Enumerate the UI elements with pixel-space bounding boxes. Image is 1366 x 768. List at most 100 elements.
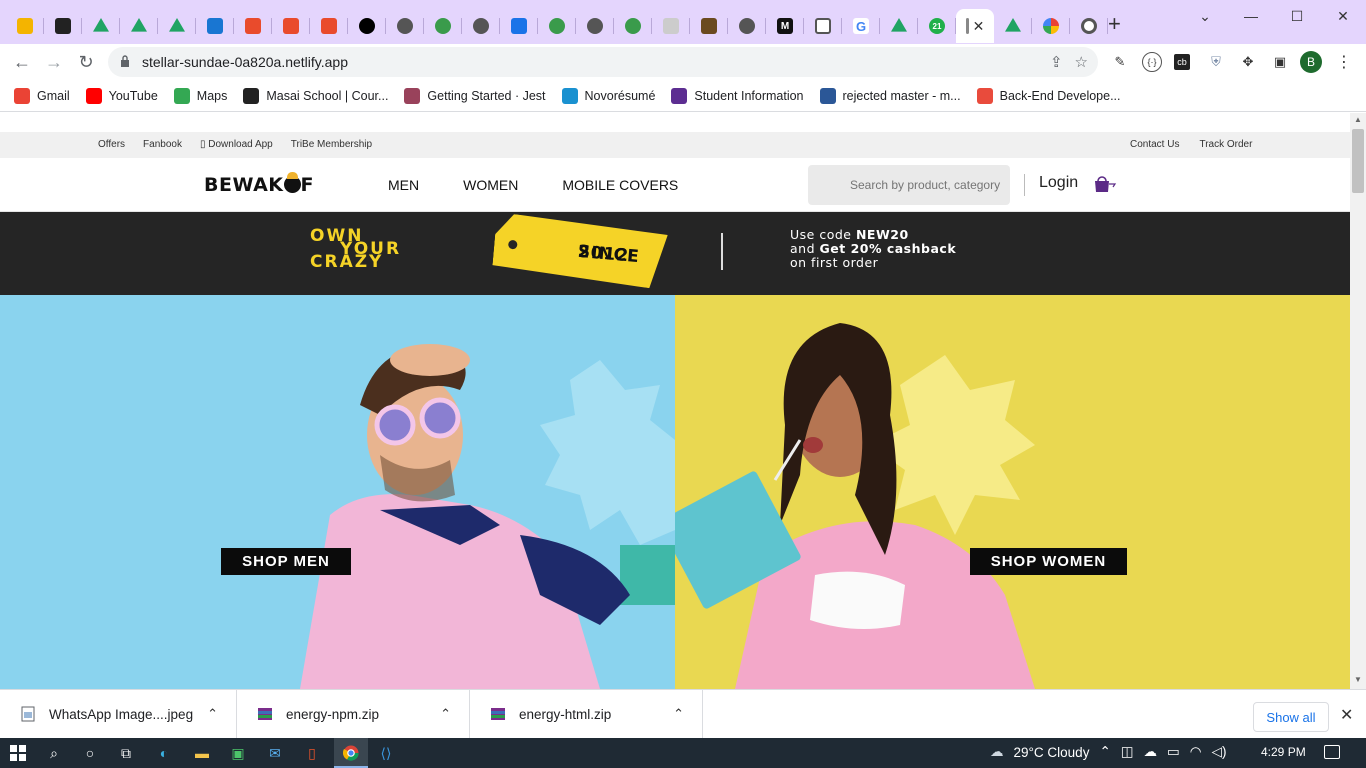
tab[interactable] (804, 9, 842, 43)
shield-icon[interactable]: ⛨ (1206, 52, 1226, 72)
edge-icon[interactable]: ◐ (152, 741, 176, 765)
tab[interactable] (310, 9, 348, 43)
tab[interactable] (1032, 9, 1070, 43)
hero-women-banner[interactable]: SHOP WOMEN (675, 295, 1350, 689)
show-all-downloads-button[interactable]: Show all (1253, 702, 1329, 732)
office-icon[interactable]: ▯ (300, 741, 324, 765)
tab[interactable] (234, 9, 272, 43)
tab[interactable] (6, 9, 44, 43)
track-order-link[interactable]: Track Order (1199, 139, 1252, 150)
search-input[interactable] (808, 165, 1010, 205)
tab[interactable] (348, 9, 386, 43)
tab[interactable]: G (842, 9, 880, 43)
tab[interactable] (728, 9, 766, 43)
meet-icon[interactable]: ◫ (1121, 744, 1134, 760)
tab[interactable] (880, 9, 918, 43)
nav-women[interactable]: WOMEN (463, 177, 518, 193)
tab[interactable] (994, 9, 1032, 43)
contact-us-link[interactable]: Contact Us (1130, 139, 1179, 150)
tab-close-icon[interactable]: ✕ (973, 18, 985, 35)
tab[interactable]: M (766, 9, 804, 43)
nav-mobile-covers[interactable]: MOBILE COVERS (562, 177, 678, 193)
mail-icon[interactable]: ✉ (263, 741, 287, 765)
store-icon[interactable]: ▣ (226, 741, 250, 765)
file-explorer-icon[interactable]: ▬ (190, 741, 214, 765)
bookmark-item[interactable]: rejected master - m... (819, 87, 961, 104)
tab[interactable] (196, 9, 234, 43)
chevron-up-icon[interactable]: ⌃ (673, 706, 684, 722)
tab[interactable] (44, 9, 82, 43)
tab[interactable] (386, 9, 424, 43)
bookmark-star-icon[interactable]: ☆ (1075, 53, 1088, 71)
extension-icon[interactable]: cb (1174, 54, 1190, 70)
bookmark-item[interactable]: Student Information (671, 87, 804, 104)
tab[interactable] (424, 9, 462, 43)
download-item[interactable]: energy-html.zip ⌃ (470, 690, 703, 738)
wifi-icon[interactable]: ◠ (1190, 744, 1202, 760)
tab[interactable] (158, 9, 196, 43)
task-view-icon[interactable]: ⧉ (114, 741, 138, 765)
clock[interactable]: 4:29 PM (1261, 745, 1306, 759)
profile-avatar[interactable]: B (1300, 51, 1322, 73)
cortana-icon[interactable]: ○ (78, 741, 102, 765)
reload-button[interactable]: ↻ (74, 50, 98, 74)
bookmark-item[interactable]: Getting Started · Jest (404, 87, 546, 104)
new-tab-button[interactable]: + (1108, 13, 1121, 35)
extension-icon[interactable]: {·} (1142, 52, 1162, 72)
chrome-icon[interactable] (339, 741, 363, 765)
close-window-button[interactable]: ✕ (1320, 0, 1366, 32)
chevron-up-icon[interactable]: ⌃ (207, 706, 218, 722)
puzzle-icon[interactable]: ✥ (1238, 52, 1258, 72)
offers-link[interactable]: Offers (98, 139, 125, 150)
bookmark-item[interactable]: Masai School | Cour... (243, 87, 388, 104)
tab-search-button[interactable]: ⌄ (1182, 0, 1228, 32)
download-app-link[interactable]: ▯ Download App (200, 139, 273, 150)
hero-men-banner[interactable]: SHOP MEN (0, 295, 675, 689)
tab[interactable] (538, 9, 576, 43)
promo-banner[interactable]: OWN YOUR CRAZY SINCE 2012 Use code NEW20 … (0, 212, 1350, 295)
download-item[interactable]: energy-npm.zip ⌃ (237, 690, 470, 738)
back-button[interactable]: ← (10, 50, 34, 74)
tab[interactable] (82, 9, 120, 43)
sidepanel-icon[interactable]: ▣ (1270, 52, 1290, 72)
forward-button[interactable]: → (42, 50, 66, 74)
close-downloads-icon[interactable]: ✕ (1340, 705, 1353, 725)
nav-men[interactable]: MEN (388, 177, 419, 193)
weather-text[interactable]: 29°C Cloudy (1014, 745, 1090, 760)
tab[interactable] (690, 9, 728, 43)
tab[interactable] (652, 9, 690, 43)
scroll-up-icon[interactable]: ▲ (1354, 115, 1362, 124)
tab[interactable] (576, 9, 614, 43)
battery-icon[interactable]: ▭ (1167, 744, 1180, 760)
tribe-membership-link[interactable]: TriBe Membership (291, 139, 372, 150)
tab-active[interactable]: ✕ (956, 9, 994, 43)
login-link[interactable]: Login (1039, 174, 1078, 192)
download-item[interactable]: WhatsApp Image....jpeg ⌃ (0, 690, 237, 738)
notification-icon[interactable] (1324, 745, 1340, 759)
search-icon[interactable]: ⌕ (42, 741, 66, 765)
tab[interactable] (500, 9, 538, 43)
browser-menu-icon[interactable]: ⋮ (1336, 52, 1352, 72)
bookmark-item[interactable]: Novorésumé (561, 87, 655, 104)
maximize-button[interactable]: ☐ (1274, 0, 1320, 32)
site-logo[interactable]: BEWAK F (204, 172, 314, 196)
onedrive-icon[interactable]: ☁ (1144, 744, 1158, 760)
extension-icon[interactable]: ✎ (1110, 52, 1130, 72)
scrollbar-thumb[interactable] (1352, 129, 1364, 193)
bookmark-item[interactable]: Back-End Develope... (976, 87, 1121, 104)
cart-icon[interactable] (1093, 175, 1119, 193)
address-bar[interactable]: stellar-sundae-0a820a.netlify.app ⇪ ☆ (108, 47, 1098, 77)
volume-icon[interactable]: ◁) (1212, 744, 1227, 760)
fanbook-link[interactable]: Fanbook (143, 139, 182, 150)
tab[interactable]: 21 (918, 9, 956, 43)
shop-women-button[interactable]: SHOP WOMEN (970, 548, 1127, 575)
minimize-button[interactable]: — (1228, 0, 1274, 32)
bookmark-item[interactable]: Gmail (14, 87, 70, 104)
page-scrollbar[interactable]: ▲ ▼ (1350, 113, 1366, 689)
chevron-up-icon[interactable]: ⌃ (440, 706, 451, 722)
shop-men-button[interactable]: SHOP MEN (221, 548, 351, 575)
tab[interactable] (1070, 9, 1108, 43)
share-icon[interactable]: ⇪ (1050, 53, 1063, 71)
tab[interactable] (614, 9, 652, 43)
windows-start-icon[interactable] (6, 741, 30, 765)
